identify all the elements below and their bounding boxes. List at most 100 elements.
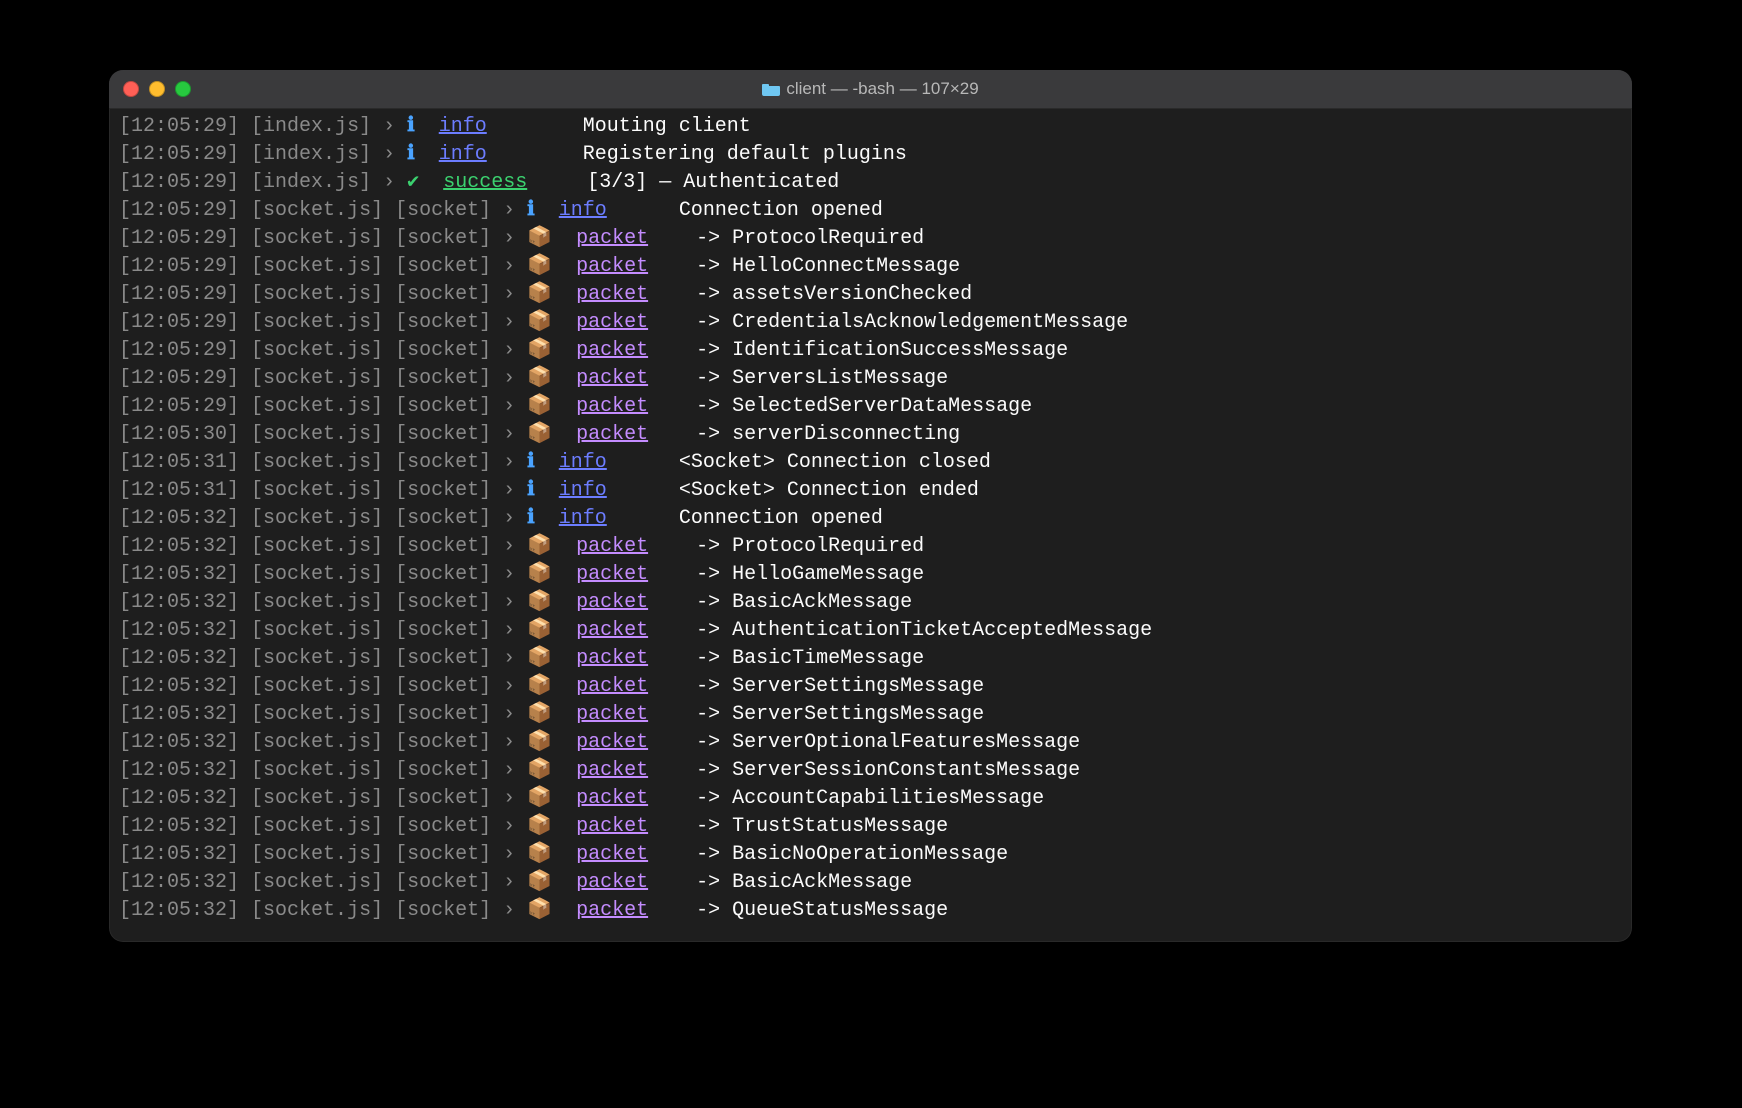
timestamp: [12:05:32] [119,619,239,642]
context: [socket] [395,199,491,222]
titlebar[interactable]: client — -bash — 107×29 [109,70,1632,109]
log-message: -> ServerSettingsMessage [696,675,984,698]
package-icon: 📦 [527,871,552,894]
timestamp: [12:05:32] [119,787,239,810]
log-message: [3/3] — Authenticated [587,171,839,194]
source-file: [socket.js] [251,871,383,894]
log-message: -> BasicAckMessage [696,591,912,614]
level-packet: packet [576,535,648,558]
log-message: Mouting client [583,115,751,138]
context: [socket] [395,339,491,362]
timestamp: [12:05:32] [119,703,239,726]
package-icon: 📦 [527,731,552,754]
context: [socket] [395,899,491,922]
timestamp: [12:05:32] [119,647,239,670]
context: [socket] [395,255,491,278]
level-packet: packet [576,339,648,362]
context: [socket] [395,535,491,558]
log-message: -> SelectedServerDataMessage [696,395,1032,418]
chevron-icon: › [383,171,395,194]
context: [socket] [395,283,491,306]
log-line: [12:05:29] [index.js] › ℹ info Registeri… [119,141,1622,169]
package-icon: 📦 [527,255,552,278]
level-packet: packet [576,591,648,614]
context: [socket] [395,591,491,614]
timestamp: [12:05:31] [119,479,239,502]
timestamp: [12:05:29] [119,283,239,306]
context: [socket] [395,507,491,530]
chevron-icon: › [503,311,515,334]
chevron-icon: › [503,507,515,530]
level-packet: packet [576,395,648,418]
timestamp: [12:05:29] [119,255,239,278]
source-file: [socket.js] [251,199,383,222]
log-message: -> HelloGameMessage [696,563,924,586]
log-message: -> ServerSessionConstantsMessage [696,759,1080,782]
minimize-icon[interactable] [149,81,165,97]
chevron-icon: › [503,479,515,502]
source-file: [socket.js] [251,759,383,782]
terminal-body[interactable]: [12:05:29] [index.js] › ℹ info Mouting c… [109,109,1632,933]
chevron-icon: › [503,703,515,726]
source-file: [index.js] [251,115,371,138]
log-line: [12:05:32] [socket.js] [socket] › 📦 pack… [119,841,1622,869]
context: [socket] [395,815,491,838]
source-file: [socket.js] [251,703,383,726]
level-packet: packet [576,815,648,838]
timestamp: [12:05:30] [119,423,239,446]
context: [socket] [395,311,491,334]
timestamp: [12:05:29] [119,395,239,418]
level-packet: packet [576,619,648,642]
chevron-icon: › [503,367,515,390]
folder-icon [762,82,780,96]
package-icon: 📦 [527,619,552,642]
context: [socket] [395,395,491,418]
log-message: -> QueueStatusMessage [696,899,948,922]
chevron-icon: › [503,227,515,250]
package-icon: 📦 [527,703,552,726]
timestamp: [12:05:29] [119,171,239,194]
source-file: [socket.js] [251,311,383,334]
log-line: [12:05:32] [socket.js] [socket] › 📦 pack… [119,673,1622,701]
log-message: -> TrustStatusMessage [696,815,948,838]
level-success: success [443,171,527,194]
chevron-icon: › [503,199,515,222]
source-file: [socket.js] [251,787,383,810]
log-message: -> AccountCapabilitiesMessage [696,787,1044,810]
level-packet: packet [576,311,648,334]
log-line: [12:05:32] [socket.js] [socket] › 📦 pack… [119,533,1622,561]
close-icon[interactable] [123,81,139,97]
context: [socket] [395,871,491,894]
log-line: [12:05:29] [socket.js] [socket] › 📦 pack… [119,225,1622,253]
timestamp: [12:05:32] [119,871,239,894]
context: [socket] [395,367,491,390]
log-line: [12:05:29] [socket.js] [socket] › 📦 pack… [119,281,1622,309]
log-message: -> ProtocolRequired [696,535,924,558]
timestamp: [12:05:32] [119,675,239,698]
log-message: Connection opened [679,507,883,530]
info-icon: ℹ [407,143,415,166]
context: [socket] [395,479,491,502]
source-file: [socket.js] [251,451,383,474]
chevron-icon: › [503,339,515,362]
source-file: [socket.js] [251,479,383,502]
log-line: [12:05:30] [socket.js] [socket] › 📦 pack… [119,421,1622,449]
level-packet: packet [576,283,648,306]
info-icon: ℹ [527,199,535,222]
source-file: [index.js] [251,171,371,194]
log-line: [12:05:32] [socket.js] [socket] › 📦 pack… [119,617,1622,645]
package-icon: 📦 [527,815,552,838]
level-info: info [559,479,607,502]
timestamp: [12:05:29] [119,311,239,334]
level-info: info [439,115,487,138]
maximize-icon[interactable] [175,81,191,97]
context: [socket] [395,227,491,250]
source-file: [socket.js] [251,283,383,306]
log-message: -> BasicTimeMessage [696,647,924,670]
log-message: -> CredentialsAcknowledgementMessage [696,311,1128,334]
package-icon: 📦 [527,311,552,334]
level-packet: packet [576,367,648,390]
timestamp: [12:05:32] [119,843,239,866]
timestamp: [12:05:29] [119,227,239,250]
info-icon: ℹ [527,479,535,502]
